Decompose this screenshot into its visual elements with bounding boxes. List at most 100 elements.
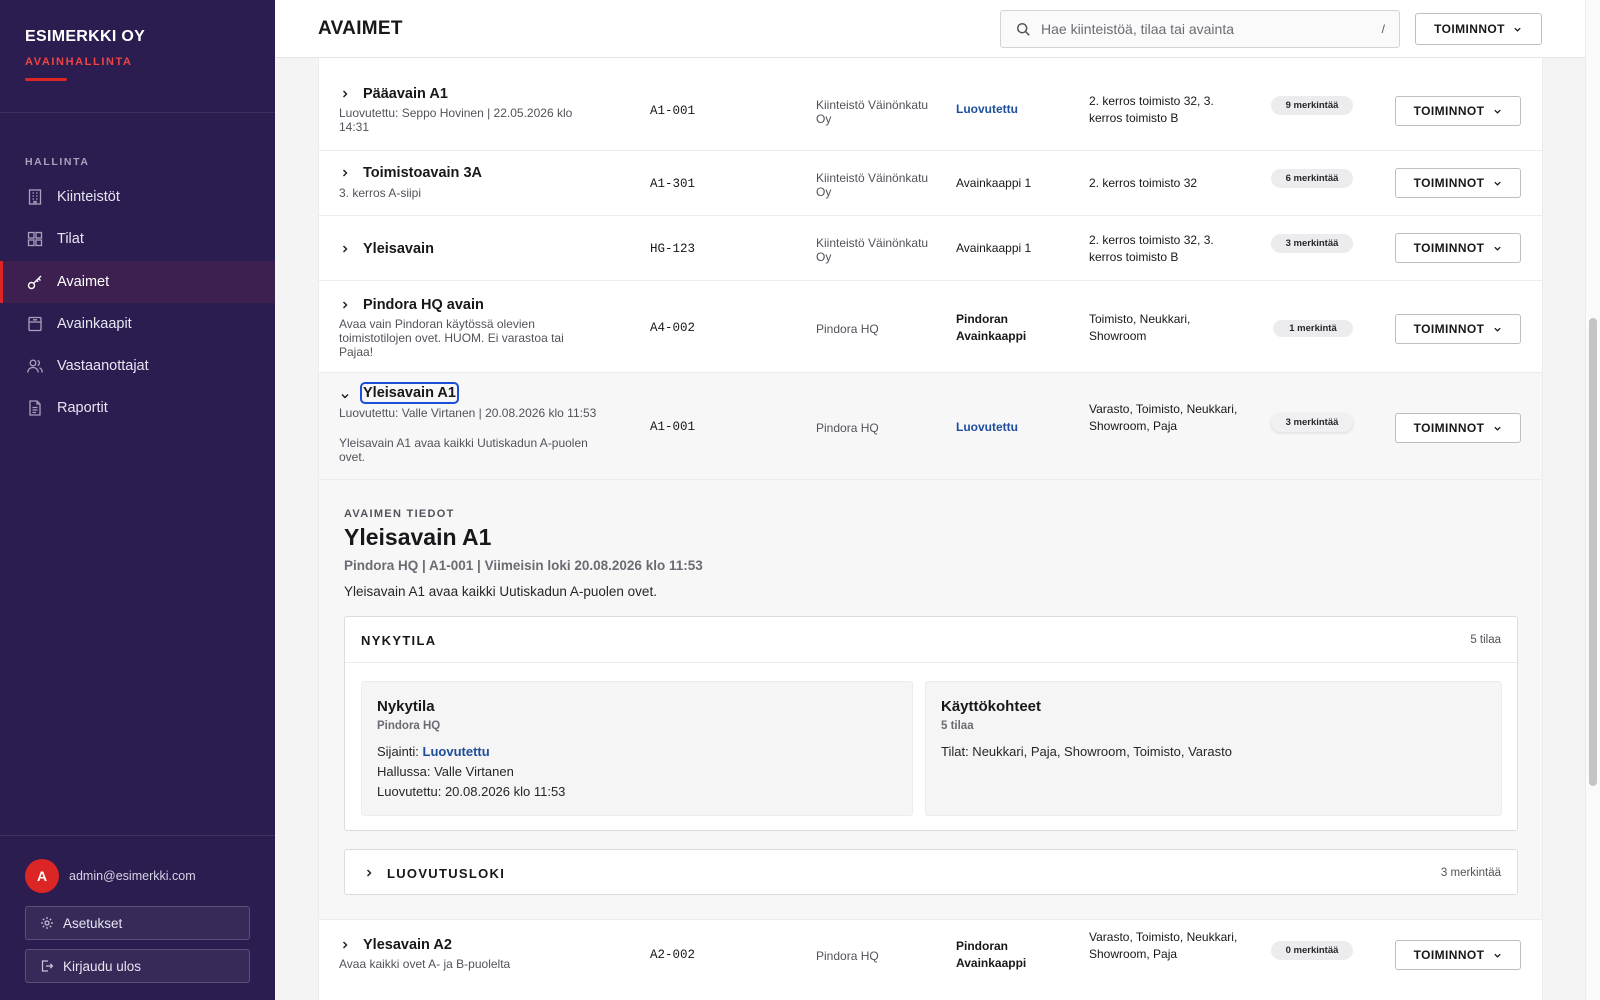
status-subcard-title: Nykytila: [377, 698, 435, 715]
current-state-title: NYKYTILA: [361, 633, 437, 648]
key-property: Kiinteistö Väinönkatu Oy: [816, 98, 929, 126]
row-actions-label: TOIMINNOT: [1413, 176, 1485, 190]
row-actions-label: TOIMINNOT: [1413, 322, 1485, 336]
key-location: Pindoran Avainkaappi: [956, 939, 1027, 970]
chevron-down-icon: [1492, 324, 1502, 334]
table-row-expanded[interactable]: Yleisavain A1 Luovutettu: Valle Virtanen…: [319, 373, 1542, 480]
row-actions-label: TOIMINNOT: [1413, 241, 1485, 255]
brand-subtitle: AVAINHALLINTA: [25, 56, 133, 68]
log-count-badge: 1 merkintä: [1273, 320, 1353, 337]
key-rooms: 2. kerros toimisto 32, 3. kerros toimist…: [1089, 233, 1214, 264]
key-name[interactable]: Yleisavain A1: [360, 382, 459, 404]
sidebar-nav: Kiinteistöt Tilat Avaimet Avainkaapit Va…: [0, 176, 275, 430]
key-location: Avainkaappi 1: [956, 241, 1032, 255]
sidebar-item-label: Avainkaapit: [57, 315, 132, 332]
chevron-down-icon[interactable]: [339, 390, 351, 402]
status-subcard-subtitle: Pindora HQ: [377, 720, 441, 732]
brand-name: ESIMERKKI OY: [25, 28, 146, 45]
key-rooms: 2. kerros toimisto 32, 3. kerros toimist…: [1089, 94, 1214, 125]
top-header: AVAIMET / TOIMINNOT: [275, 0, 1600, 58]
key-subtitle: Avaa kaikki ovet A- ja B-puolelta: [339, 957, 511, 971]
table-row[interactable]: Yleisavain HG-123 Kiinteistö Väinönkatu …: [319, 216, 1542, 281]
key-name[interactable]: Yleisavain: [363, 241, 434, 257]
page-scrollbar[interactable]: [1585, 0, 1600, 1000]
table-row[interactable]: Pindora HQ avain Avaa vain Pindoran käyt…: [319, 281, 1542, 373]
settings-label: Asetukset: [63, 915, 123, 931]
key-property: Pindora HQ: [816, 322, 879, 336]
row-actions-button[interactable]: TOIMINNOT: [1395, 168, 1521, 198]
key-description: Yleisavain A1 avaa kaikki Uutiskadun A-p…: [339, 436, 588, 464]
row-actions-button[interactable]: TOIMINNOT: [1395, 413, 1521, 443]
grid-icon: [25, 229, 45, 249]
chevron-right-icon: [363, 867, 375, 879]
chevron-down-icon: [1492, 423, 1502, 433]
sidebar: ESIMERKKI OY AVAINHALLINTA HALLINTA Kiin…: [0, 0, 275, 1000]
key-property: Kiinteistö Väinönkatu Oy: [816, 171, 929, 199]
sidebar-item-kiinteistot[interactable]: Kiinteistöt: [0, 176, 275, 218]
search-input[interactable]: [1041, 21, 1382, 37]
settings-button[interactable]: Asetukset: [25, 906, 250, 940]
scrollbar-thumb[interactable]: [1589, 318, 1597, 786]
key-code: HG-123: [650, 242, 696, 256]
key-name[interactable]: Toimistoavain 3A: [363, 165, 482, 181]
sidebar-item-label: Kiinteistöt: [57, 189, 120, 205]
chevron-right-icon[interactable]: [339, 299, 351, 311]
row-actions-button[interactable]: TOIMINNOT: [1395, 233, 1521, 263]
key-code: A1-301: [650, 177, 696, 191]
sidebar-item-label: Tilat: [57, 231, 84, 248]
row-actions-button[interactable]: TOIMINNOT: [1395, 940, 1521, 970]
log-count-badge: 3 merkintää: [1271, 234, 1353, 253]
chevron-down-icon: [1513, 24, 1523, 34]
table-row[interactable]: Ylesavain A2 Avaa kaikki ovet A- ja B-pu…: [319, 920, 1542, 1000]
details-section-label: AVAIMEN TIEDOT: [344, 508, 455, 520]
row-actions-button[interactable]: TOIMINNOT: [1395, 314, 1521, 344]
table-row[interactable]: Pääavain A1 Luovutettu: Seppo Hovinen | …: [319, 58, 1542, 151]
brand-accent-line: [25, 78, 67, 81]
status-handed: Luovutettu: 20.08.2026 klo 11:53: [377, 784, 566, 799]
chevron-right-icon[interactable]: [339, 88, 351, 100]
brand: ESIMERKKI OY AVAINHALLINTA: [25, 28, 145, 81]
log-count-badge: 0 merkintää: [1271, 941, 1353, 960]
search-icon: [1015, 21, 1031, 37]
row-actions-button[interactable]: TOIMINNOT: [1395, 96, 1521, 126]
key-rooms: Varasto, Toimisto, Neukkari, Showroom, P…: [1089, 402, 1238, 433]
details-description: Yleisavain A1 avaa kaikki Uutiskadun A-p…: [344, 584, 657, 599]
key-location: Luovutettu: [956, 102, 1018, 116]
sidebar-item-label: Avaimet: [57, 273, 110, 290]
current-state-count: 5 tilaa: [1470, 634, 1501, 646]
usage-subcard-subtitle: 5 tilaa: [941, 720, 974, 732]
sidebar-item-raportit[interactable]: Raportit: [0, 387, 275, 429]
current-state-header: NYKYTILA 5 tilaa: [345, 617, 1517, 663]
sidebar-divider: [0, 112, 275, 113]
sidebar-item-tilat[interactable]: Tilat: [0, 218, 275, 260]
gear-icon: [39, 915, 55, 931]
sidebar-item-avaimet[interactable]: Avaimet: [0, 260, 275, 303]
report-icon: [25, 398, 45, 418]
handover-log-count: 3 merkintää: [1440, 867, 1501, 879]
handover-log-toggle[interactable]: LUOVUTUSLOKI 3 merkintää: [344, 849, 1518, 895]
table-row[interactable]: Toimistoavain 3A 3. kerros A-siipi A1-30…: [319, 151, 1542, 216]
key-name[interactable]: Ylesavain A2: [363, 937, 452, 953]
key-location: Avainkaappi 1: [956, 176, 1032, 190]
chevron-right-icon[interactable]: [339, 243, 351, 255]
avatar[interactable]: A: [25, 859, 59, 893]
key-name[interactable]: Pääavain A1: [363, 86, 448, 102]
logout-button[interactable]: Kirjaudu ulos: [25, 949, 250, 983]
sidebar-item-avainkaapit[interactable]: Avainkaapit: [0, 303, 275, 345]
sidebar-item-vastaanottajat[interactable]: Vastaanottajat: [0, 345, 275, 387]
header-actions-button[interactable]: TOIMINNOT: [1415, 13, 1542, 45]
row-actions-label: TOIMINNOT: [1413, 948, 1485, 962]
key-code: A1-001: [650, 104, 696, 118]
key-subtitle: Luovutettu: Seppo Hovinen | 22.05.2026 k…: [339, 106, 573, 134]
user-info: A admin@esimerkki.com: [25, 859, 196, 893]
status-location-label: Sijainti:: [377, 744, 423, 759]
current-state-card: NYKYTILA 5 tilaa Nykytila Pindora HQ Sij…: [344, 616, 1518, 831]
chevron-right-icon[interactable]: [339, 939, 351, 951]
usage-subcard-title: Käyttökohteet: [941, 698, 1042, 715]
search-box[interactable]: /: [1000, 10, 1400, 48]
chevron-right-icon[interactable]: [339, 167, 351, 179]
key-name[interactable]: Pindora HQ avain: [363, 297, 484, 313]
sidebar-item-label: Raportit: [57, 400, 108, 417]
chevron-down-icon: [1492, 106, 1502, 116]
log-count-badge: 3 merkintää: [1271, 413, 1353, 432]
